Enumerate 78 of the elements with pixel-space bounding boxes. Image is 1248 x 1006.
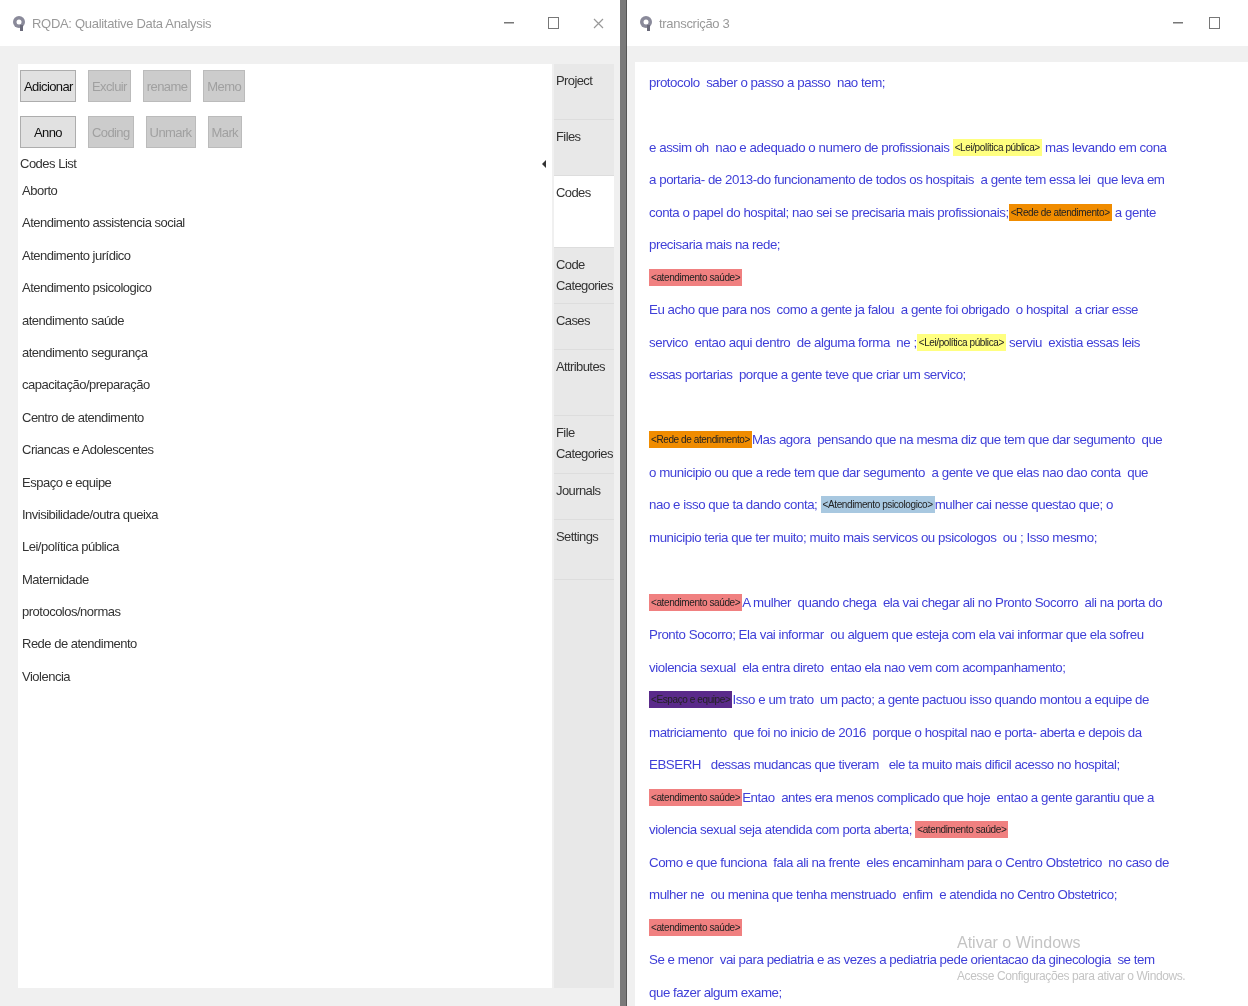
code-item[interactable]: Rede de atendimento xyxy=(18,628,137,661)
code-tag: <Lei/política pública> xyxy=(952,138,1042,156)
side-tab[interactable]: Settings xyxy=(554,520,614,580)
window-title: RQDA: Qualitative Data Analysis xyxy=(32,15,212,31)
minimize-icon[interactable] xyxy=(1173,22,1183,24)
transcript-text: protocolo saber o passo a passo nao tem; xyxy=(649,74,886,90)
transcript-text: Como e que funciona fala ali na frente eles encaminham para o Centro Obstetrico no caso de xyxy=(649,854,1169,870)
code-tag: <atendimento saúde> xyxy=(649,268,743,286)
list-header: Codes List xyxy=(20,156,77,171)
minimize-icon[interactable] xyxy=(504,22,514,24)
transcript-text: serviu existia essas leis xyxy=(1008,334,1141,350)
transcript-text: A mulher quando chega ela vai chegar ali no Pronto Socorro ali na porta do xyxy=(742,594,1163,610)
activation-notice-title: Ativar o Windows xyxy=(957,934,1081,951)
code-item[interactable]: Maternidade xyxy=(18,563,89,597)
transcript-text: Mas agora pensando que na mesma diz que tem que dar segumento que xyxy=(751,432,1163,448)
app-icon xyxy=(12,15,26,31)
code-tag: <atendimento saúde> xyxy=(915,821,1009,839)
collapse-icon[interactable] xyxy=(542,159,546,168)
transcript-text: conta o papel do hospital; nao sei se precisaria mais profissionais; xyxy=(649,204,1009,220)
side-tab[interactable]: Code Categories xyxy=(554,248,614,304)
transcript-text: mulher cai nesse questao que; o xyxy=(934,497,1113,513)
toolbar-button[interactable]: Adicionar xyxy=(20,70,76,102)
code-item[interactable]: Espaço e equipe xyxy=(18,466,112,499)
code-item[interactable]: Atendimento psicologico xyxy=(18,272,152,305)
transcript-text: Isso e um trato um pacto; a gente pactuou isso quando montou a equipe de xyxy=(732,692,1149,708)
transcript-text: Entao antes era menos complicado que hoje entao a gente garantiu que a xyxy=(742,789,1155,805)
transcript-text: violencia sexual ela entra direto entao ela nao vem com acompanhamento; xyxy=(649,659,1066,675)
side-tab[interactable]: File Categories xyxy=(554,416,614,474)
code-item[interactable]: atendimento segurança xyxy=(18,336,148,370)
transcript-text: Se e menor vai para pediatria e as vezes a pediatria pede orientacao da ginecologia se tem xyxy=(649,952,1155,968)
side-tab[interactable]: Project xyxy=(554,64,614,120)
code-item[interactable]: Aborto xyxy=(18,175,58,208)
toolbar-button[interactable]: Anno xyxy=(20,116,76,148)
code-item[interactable]: Lei/política pública xyxy=(18,531,119,564)
app-icon xyxy=(639,15,653,31)
code-item[interactable]: atendimento saúde xyxy=(18,304,125,337)
transcript-text: servico entao aqui dentro de alguma forma ne ; xyxy=(649,334,917,350)
code-item[interactable]: Centro de atendimento xyxy=(18,401,144,435)
window-title: transcrição 3 xyxy=(659,15,730,31)
side-tab[interactable]: Codes xyxy=(554,176,614,248)
code-tag: <Lei/política pública> xyxy=(916,333,1006,351)
transcript-text: nao e isso que ta dando conta; xyxy=(649,497,819,513)
transcript-text: a portaria- de 2013-do funcionamento de todos os hospitais a gente tem essa lei que leva em xyxy=(649,172,1165,188)
transcript-text: EBSERH dessas mudancas que tiveram ele ta muito mais dificil acesso no hospital; xyxy=(649,757,1120,773)
code-tag: <atendimento saúde> xyxy=(649,788,743,806)
code-tag: <atendimento saúde> xyxy=(649,918,743,936)
transcript-text: mas levando em cona xyxy=(1044,139,1167,155)
transcript-text: o municipio ou que a rede tem que dar segumento a gente ve que elas nao dao conta que xyxy=(649,464,1149,480)
transcript-text: Eu acho que para nos como a gente ja falou a gente foi obrigado o hospital a criar esse xyxy=(649,302,1139,318)
maximize-icon[interactable] xyxy=(1209,17,1220,29)
side-tab[interactable]: Attributes xyxy=(554,350,614,416)
transcript-text: violencia sexual seja atendida com porta aberta; xyxy=(649,822,913,838)
code-item[interactable]: capacitação/preparação xyxy=(18,369,150,402)
transcript-text: precisaria mais na rede; xyxy=(649,237,781,253)
code-item[interactable]: Invisibilidade/outra queixa xyxy=(18,498,159,532)
transcript-text: e assim oh nao e adequado o numero de profissionais xyxy=(649,139,951,155)
code-tag: <Rede de atendimento> xyxy=(649,431,752,449)
code-item[interactable]: Atendimento jurídico xyxy=(18,239,131,273)
code-item[interactable]: Criancas e Adolescentes xyxy=(18,434,154,467)
activation-notice-text: Acesse Configurações para ativar o Windows. xyxy=(957,969,1186,983)
code-tag: <atendimento saúde> xyxy=(649,593,743,611)
code-tag: <Espaço e equipe> xyxy=(649,691,733,709)
transcript-text: mulher ne ou menina que tenha menstruado enfim e atendida no Centro Obstetrico; xyxy=(649,887,1117,903)
close-icon[interactable] xyxy=(593,17,604,29)
transcript-text: municipio teria que ter muito; muito mais servicos ou psicologos ou ; Isso mesmo; xyxy=(649,529,1097,545)
side-tab[interactable]: Cases xyxy=(554,304,614,350)
code-item[interactable]: protocolos/normas xyxy=(18,596,121,629)
code-item[interactable]: Violencia xyxy=(18,660,71,694)
maximize-icon[interactable] xyxy=(548,17,559,29)
transcript-text: que fazer algum exame; xyxy=(649,984,782,1000)
transcript-text: essas portarias porque a gente teve que criar um servico; xyxy=(649,367,966,383)
code-tag: <Rede de atendimento> xyxy=(1008,203,1112,221)
code-tag: <Atendimento psicologico> xyxy=(820,496,935,514)
code-item[interactable]: Atendimento assistencia social xyxy=(18,207,185,240)
transcript-text: Pronto Socorro; Ela vai informar ou alguem que esteja com ela vai informar que ela sofreu xyxy=(649,627,1144,643)
side-tab[interactable]: Journals xyxy=(554,474,614,520)
transcript-text: a gente xyxy=(1113,204,1157,220)
transcript-text: matriciamento que foi no inicio de 2016 porque o hospital nao e porta- aberta e depois da xyxy=(649,724,1142,740)
